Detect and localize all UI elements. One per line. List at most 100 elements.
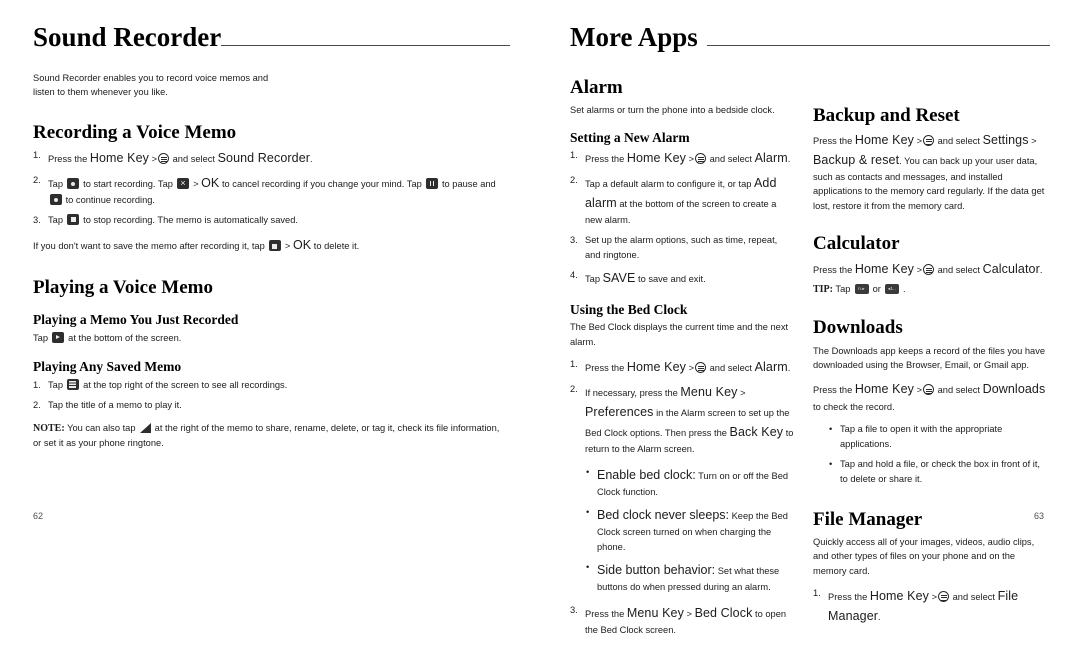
heading-playing-a-voice-memo: Playing a Voice Memo [33,277,213,299]
memo-options-note: NOTE: You can also tap at the right of t… [33,422,500,449]
bullet-dot: • [829,458,833,469]
list-item: 2. Tap the title of a memo to play it. [33,398,510,413]
left-chapter-title: Sound Recorder [33,22,222,52]
stop-icon [67,213,80,225]
bullet-dot: • [586,561,590,572]
heading-playing-memo-just-recorded: Playing a Memo You Just Recorded [33,312,239,328]
heading-using-the-bed-clock: Using the Bed Clock [570,301,688,317]
manual-spread: Sound Recorder Sound Recorder enables yo… [0,0,1080,635]
home-key-icon [158,153,170,165]
heading-downloads: Downloads [813,317,903,339]
heading-file-manager: File Manager [813,508,923,530]
step-number: 1. [33,379,41,390]
alarm-steps: 1. Press the Home Key > and select Alarm… [570,148,795,288]
bedclock-step3: 3. Press the Menu Key > Bed Clock to ope… [570,603,795,638]
page-number-left: 62 [33,511,44,521]
column-misc-apps: Backup and Reset Press the Home Key > an… [813,65,1048,645]
bullet-text: Side button behavior: Set what these but… [597,560,795,595]
list-item: • Tap a file to open it with the appropr… [829,422,1048,452]
downloads-intro: The Downloads app keeps a record of the … [813,345,1046,371]
right-chapter-heading: More Apps [570,24,1050,51]
heading-calculator: Calculator [813,233,900,255]
list-item: 1. Tap at the top right of the screen to… [33,378,510,393]
step-text: Tap at the top right of the screen to se… [48,378,288,390]
home-key-icon [938,591,950,603]
step-number: 1. [33,150,41,161]
column-alarm: Alarm Set alarms or turn the phone into … [570,65,795,645]
step-number: 3. [570,604,578,615]
step-number: 3. [33,214,41,225]
home-key-icon [695,153,707,165]
downloads-text: Press the Home Key > and select Download… [813,382,1046,412]
list-item: 3. Press the Menu Key > Bed Clock to ope… [570,603,795,638]
bedclock-intro: The Bed Clock displays the current time … [570,322,789,347]
step-text: Press the Home Key > and select Sound Re… [48,151,313,166]
list-item: • Bed clock never sleeps: Keep the Bed C… [586,505,795,555]
list-item: 3. Tap to stop recording. The memo is au… [33,213,510,228]
step-number: 1. [570,359,578,370]
step-number: 3. [570,235,578,246]
bedclock-options: • Enable bed clock: Turn on or off the B… [586,465,795,595]
page-number-right: 63 [1033,511,1044,521]
sound-recorder-intro: Sound Recorder enables you to record voi… [33,73,269,98]
right-page-columns: Alarm Set alarms or turn the phone into … [570,65,1050,645]
list-item: • Tap and hold a file, or check the box … [829,457,1048,487]
pause-icon [425,178,438,190]
list-item: 2. Tap a default alarm to configure it, … [570,173,795,228]
bedclock-steps: 1. Press the Home Key > and select Alarm… [570,357,795,457]
list-item: 4. Tap SAVE to save and exit. [570,268,795,288]
step-text: Tap to stop recording. The memo is autom… [48,213,298,225]
bullet-text: Bed clock never sleeps: Keep the Bed Clo… [597,505,795,555]
bullet-dot: • [586,506,590,517]
list-item: 1. Press the Home Key > and select Sound… [33,148,510,168]
step-number: 2. [570,384,578,395]
playing-saved-steps: 1. Tap at the top right of the screen to… [33,378,510,413]
recording-steps: 1. Press the Home Key > and select Sound… [33,148,510,228]
alarm-intro: Set alarms or turn the phone into a beds… [570,105,775,116]
list-item: 3. Set up the alarm options, such as tim… [570,233,795,263]
bullet-dot: • [829,424,833,435]
triangle-tag-icon [139,422,151,433]
right-chapter-title: More Apps [570,22,698,52]
heading-setting-a-new-alarm: Setting a New Alarm [570,129,690,145]
heading-playing-any-saved-memo: Playing Any Saved Memo [33,359,182,375]
bullet-text: Tap a file to open it with the appropria… [840,424,1003,450]
calc-advanced-panel-icon: n.▸ [854,283,869,294]
home-key-icon [695,362,707,374]
step-number: 2. [33,399,41,410]
step-number: 2. [570,175,578,186]
option-term: Enable bed clock: [597,468,696,483]
tip-label: TIP: [813,283,833,295]
bullet-text: Enable bed clock: Turn on or off the Bed… [597,465,795,500]
cancel-icon [177,178,189,190]
downloads-bullets: • Tap a file to open it with the appropr… [829,422,1048,487]
filemanager-intro: Quickly access all of your images, video… [813,537,1035,576]
option-term: Side button behavior: [597,562,716,577]
step-text: Tap the title of a memo to play it. [48,399,182,410]
list-item: • Enable bed clock: Turn on or off the B… [586,465,795,500]
play-just-recorded-text: Tap at the bottom of the screen. [33,331,182,343]
heading-rule [221,45,510,46]
step-text: Press the Home Key > and select File Man… [828,589,1019,624]
list-item: • Side button behavior: Set what these b… [586,560,795,595]
backup-text: Press the Home Key > and select Settings… [813,133,1045,211]
heading-alarm: Alarm [570,77,623,98]
heading-backup-and-reset: Backup and Reset [813,105,960,126]
trash-icon [268,239,281,251]
step-text: If necessary, press the Menu Key > Prefe… [585,385,794,455]
step-number: 1. [813,588,821,599]
home-key-icon [923,135,935,147]
note-label: NOTE: [33,422,65,434]
bullet-dot: • [586,467,590,478]
heading-recording-a-voice-memo: Recording a Voice Memo [33,121,237,143]
record-icon [67,178,80,190]
calculator-text: Press the Home Key > and select Calculat… [813,261,1043,276]
step-text: Press the Menu Key > Bed Clock to open t… [585,605,787,635]
play-icon [52,331,65,343]
step-number: 2. [33,175,41,186]
step-number: 1. [570,150,578,161]
left-page: Sound Recorder Sound Recorder enables yo… [0,0,540,539]
step-text: Press the Home Key > and select Alarm. [585,151,791,166]
list-item: 1. Press the Home Key > and select Alarm… [570,148,795,168]
delete-memo-note: If you don't want to save the memo after… [33,237,360,252]
